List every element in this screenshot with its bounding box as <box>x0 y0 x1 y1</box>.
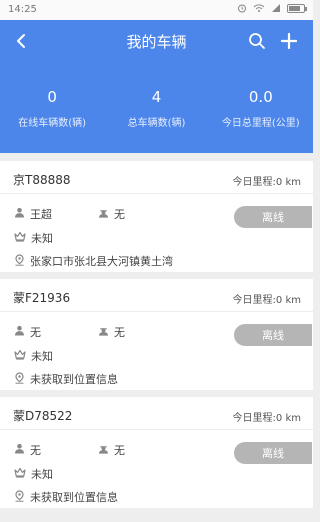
owner-icon <box>98 207 109 221</box>
vehicle-card-header: 京T88888 今日里程:0 km <box>0 161 313 194</box>
alarm-icon <box>238 4 246 13</box>
plate-number: 蒙D78522 <box>13 409 73 423</box>
system-icons <box>237 3 307 13</box>
status-time: 14:25 <box>8 4 37 15</box>
driver: 无 <box>14 324 41 340</box>
owner-icon <box>98 325 109 339</box>
person-icon <box>14 443 25 457</box>
stat-value: 4 <box>151 88 162 106</box>
location-text: 张家口市张北县大河镇黄土湾 <box>30 255 173 268</box>
vehicle-card[interactable]: 京T88888 今日里程:0 km 王超 无未知张家口市张北县大河镇黄土湾 离线 <box>0 161 313 272</box>
stat-label: 总车辆数(辆) <box>127 118 186 129</box>
driver: 无 <box>14 442 41 458</box>
status-badge[interactable]: 离线 <box>234 324 312 346</box>
app-header: 我的车辆 0 在线车辆数(辆) 4 总车辆数(辆) 0.0 今日总里程(公里) <box>0 20 313 153</box>
add-vehicle-button[interactable] <box>277 29 301 53</box>
driver-text: 无 <box>30 326 41 339</box>
level-text: 未知 <box>31 232 53 245</box>
vehicle-card[interactable]: 蒙F21936 今日里程:0 km 无 无未知未获取到位置信息 离线 <box>0 279 313 390</box>
person-icon <box>14 325 25 339</box>
search-icon <box>249 33 265 49</box>
location: 未获取到位置信息 <box>14 489 118 505</box>
plate-number: 京T88888 <box>13 173 71 187</box>
owner: 无 <box>98 206 125 222</box>
today-mileage: 今日里程:0 km <box>232 177 301 188</box>
stats-panel: 0 在线车辆数(辆) 4 总车辆数(辆) 0.0 今日总里程(公里) <box>0 88 313 129</box>
stat-label: 在线车辆数(辆) <box>18 118 87 129</box>
owner-text: 无 <box>114 326 125 339</box>
location-text: 未获取到位置信息 <box>30 373 118 386</box>
wifi-icon <box>253 4 265 12</box>
stat-value: 0.0 <box>248 88 273 106</box>
status-badge[interactable]: 离线 <box>234 206 312 228</box>
person-icon <box>14 207 25 221</box>
vehicle-card-header: 蒙F21936 今日里程:0 km <box>0 279 313 312</box>
level: 未知 <box>14 466 53 482</box>
search-button[interactable] <box>245 29 269 53</box>
vehicle-card-header: 蒙D78522 今日里程:0 km <box>0 397 313 430</box>
status-badge[interactable]: 离线 <box>234 442 312 464</box>
driver: 王超 <box>14 206 52 222</box>
level-text: 未知 <box>31 350 53 363</box>
level: 未知 <box>14 348 53 364</box>
driver-text: 无 <box>30 444 41 457</box>
stat-item: 4 总车辆数(辆) <box>104 88 208 129</box>
level-text: 未知 <box>31 468 53 481</box>
owner-text: 无 <box>114 208 125 221</box>
signal-icon <box>272 4 280 12</box>
location-pin-icon <box>14 371 25 387</box>
stat-item: 0 在线车辆数(辆) <box>0 88 104 129</box>
stat-item: 0.0 今日总里程(公里) <box>209 88 313 129</box>
stat-value: 0 <box>47 88 57 106</box>
status-bar: 14:25 <box>0 0 313 20</box>
crown-icon <box>14 349 26 363</box>
owner-text: 无 <box>114 444 125 457</box>
owner-icon <box>98 443 109 457</box>
crown-icon <box>14 231 26 245</box>
today-mileage: 今日里程:0 km <box>232 413 301 424</box>
crown-icon <box>14 467 26 481</box>
level: 未知 <box>14 230 53 246</box>
today-mileage: 今日里程:0 km <box>232 295 301 306</box>
plus-icon <box>281 33 297 49</box>
battery-icon <box>287 3 307 13</box>
driver-text: 王超 <box>30 208 52 221</box>
vehicle-card[interactable]: 蒙D78522 今日里程:0 km 无 无未知未获取到位置信息 离线 <box>0 397 313 508</box>
owner: 无 <box>98 442 125 458</box>
stat-label: 今日总里程(公里) <box>221 118 300 129</box>
location: 未获取到位置信息 <box>14 371 118 387</box>
location: 张家口市张北县大河镇黄土湾 <box>14 253 173 269</box>
battery-level <box>289 5 301 11</box>
location-pin-icon <box>14 489 25 505</box>
owner: 无 <box>98 324 125 340</box>
location-text: 未获取到位置信息 <box>30 491 118 504</box>
location-pin-icon <box>14 253 25 269</box>
vehicle-list: 京T88888 今日里程:0 km 王超无未知 张家口市张北县大河镇黄土湾 离线 蒙F21… <box>0 161 313 515</box>
title-bar: 我的车辆 <box>0 20 313 62</box>
plate-number: 蒙F21936 <box>13 291 71 305</box>
